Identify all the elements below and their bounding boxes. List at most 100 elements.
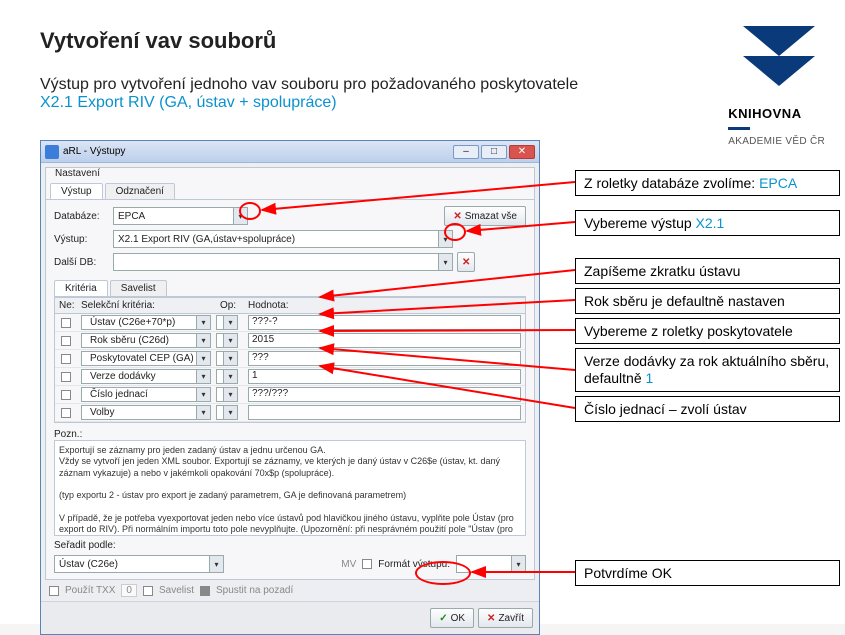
checkbox-txx[interactable] bbox=[49, 586, 59, 596]
callout-verze: Verze dodávky za rok aktuálního sběru, d… bbox=[575, 348, 840, 392]
value-input[interactable]: 1 bbox=[248, 369, 521, 384]
checkbox-ne[interactable] bbox=[61, 372, 71, 382]
select-criteria[interactable]: Rok sběru (C26d) bbox=[81, 333, 211, 348]
select-databaze[interactable]: EPCA bbox=[113, 207, 248, 225]
pozn-text: Exportují se záznamy pro jeden zadaný ús… bbox=[54, 440, 526, 536]
pozn-label: Pozn.: bbox=[54, 429, 526, 440]
x-icon: ✕ bbox=[453, 211, 461, 222]
select-vystup[interactable]: X2.1 Export RIV (GA,ústav+spolupráce) bbox=[113, 230, 453, 248]
subtitle-line1: Výstup pro vytvoření jednoho vav souboru… bbox=[40, 76, 578, 93]
select-op[interactable]: = bbox=[216, 369, 238, 384]
ok-label: OK bbox=[451, 613, 465, 624]
select-criteria[interactable]: Číslo jednací bbox=[81, 387, 211, 402]
label-dalsidb: Další DB: bbox=[54, 257, 109, 268]
checkbox-bg[interactable] bbox=[200, 586, 210, 596]
ok-button[interactable]: ✓ OK bbox=[430, 608, 474, 628]
select-criteria[interactable]: Ústav (C26e+70*p) bbox=[81, 315, 211, 330]
select-op[interactable]: = bbox=[216, 315, 238, 330]
select-criteria[interactable]: Volby bbox=[81, 405, 211, 420]
select-seradit-value: Ústav (C26e) bbox=[55, 559, 122, 570]
value-input[interactable]: ???/??? bbox=[248, 387, 521, 402]
app-window: aRL - Výstupy – □ ✕ Nastavení Výstup Odz… bbox=[40, 140, 540, 635]
logo-subtitle: AKADEMIE VĚD ČR bbox=[728, 136, 825, 147]
tab-savelist[interactable]: Savelist bbox=[110, 280, 167, 296]
label-databaze: Databáze: bbox=[54, 211, 109, 222]
tab-odznaceni[interactable]: Odznačení bbox=[105, 183, 175, 199]
page-title: Vytvoření vav souborů bbox=[40, 28, 276, 54]
chevron-down-icon bbox=[223, 334, 237, 347]
select-op[interactable]: = bbox=[216, 405, 238, 420]
titlebar: aRL - Výstupy – □ ✕ bbox=[41, 141, 539, 163]
smazat-vse-button[interactable]: ✕ Smazat vše bbox=[444, 206, 526, 226]
chevron-down-icon bbox=[196, 388, 210, 401]
callout-ok: Potvrdíme OK bbox=[575, 560, 840, 586]
value-input[interactable]: ???-? bbox=[248, 315, 521, 330]
zavrit-label: Zavřít bbox=[498, 613, 524, 624]
select-criteria[interactable]: Poskytovatel CEP (GA) bbox=[81, 351, 211, 366]
chevron-down-icon bbox=[196, 352, 210, 365]
select-format[interactable] bbox=[456, 555, 526, 573]
grid-header-ne: Ne: bbox=[55, 298, 77, 313]
window-title: aRL - Výstupy bbox=[63, 146, 453, 157]
value-input[interactable]: 2015 bbox=[248, 333, 521, 348]
grid-header-op: Op: bbox=[212, 298, 244, 313]
select-criteria[interactable]: Verze dodávky bbox=[81, 369, 211, 384]
checkbox-ne[interactable] bbox=[61, 390, 71, 400]
checkbox-ne[interactable] bbox=[61, 318, 71, 328]
table-row: Verze dodávky = 1 bbox=[55, 368, 525, 386]
txx-count: 0 bbox=[121, 584, 137, 597]
chevron-down-icon bbox=[223, 388, 237, 401]
dalsidb-remove-button[interactable]: ✕ bbox=[457, 252, 475, 272]
checkbox-savelist[interactable] bbox=[143, 586, 153, 596]
maximize-button[interactable]: □ bbox=[481, 145, 507, 159]
chevron-down-icon bbox=[223, 406, 237, 419]
chevron-down-icon bbox=[196, 316, 210, 329]
label-seradit: Seřadit podle: bbox=[54, 540, 116, 551]
select-vystup-value: X2.1 Export RIV (GA,ústav+spolupráce) bbox=[114, 234, 299, 245]
chevron-down-icon bbox=[196, 370, 210, 383]
chevron-down-icon bbox=[223, 316, 237, 329]
smazat-vse-label: Smazat vše bbox=[465, 211, 517, 222]
table-row: Číslo jednací = ???/??? bbox=[55, 386, 525, 404]
subtitle-line2: X2.1 Export RIV (GA, ústav + spolupráce) bbox=[40, 94, 337, 111]
callout-databaze: Z roletky databáze zvolíme: EPCA bbox=[575, 170, 840, 196]
logo-title: KNIHOVNA bbox=[728, 106, 825, 121]
checkbox-ne[interactable] bbox=[61, 336, 71, 346]
x-icon: ✕ bbox=[487, 613, 495, 624]
chevron-down-icon bbox=[223, 370, 237, 383]
table-row: Poskytovatel CEP (GA) =??? bbox=[55, 350, 525, 368]
minimize-button[interactable]: – bbox=[453, 145, 479, 159]
zavrit-button[interactable]: ✕ Zavřít bbox=[478, 608, 533, 628]
label-vystup: Výstup: bbox=[54, 234, 109, 245]
value-input[interactable]: ??? bbox=[248, 351, 521, 366]
grid-header-val: Hodnota: bbox=[244, 298, 525, 313]
select-op[interactable]: = bbox=[216, 333, 238, 348]
chevron-down-icon bbox=[438, 231, 452, 247]
check-icon: ✓ bbox=[439, 613, 447, 624]
groupbox-legend: Nastavení bbox=[52, 168, 103, 179]
label-format: Formát výstupu: bbox=[378, 559, 450, 570]
callout-rok: Rok sběru je defaultně nastaven bbox=[575, 288, 840, 314]
select-dalsidb[interactable] bbox=[113, 253, 453, 271]
checkbox-ne[interactable] bbox=[61, 354, 71, 364]
checkbox-mv[interactable] bbox=[362, 559, 372, 569]
chevron-down-icon bbox=[511, 556, 525, 572]
callout-vystup: Vybereme výstup X2.1 bbox=[575, 210, 840, 236]
label-mv: MV bbox=[341, 559, 356, 570]
page-subtitle: Výstup pro vytvoření jednoho vav souboru… bbox=[40, 76, 740, 112]
table-row: Rok sběru (C26d) = 2015 bbox=[55, 332, 525, 350]
value-input[interactable] bbox=[248, 405, 521, 420]
label-txx: Použít TXX bbox=[65, 585, 115, 596]
tab-vystup[interactable]: Výstup bbox=[50, 183, 103, 199]
tab-kriteria[interactable]: Kritéria bbox=[54, 280, 108, 296]
select-op[interactable]: = bbox=[216, 387, 238, 402]
criteria-grid: Ne: Selekční kritéria: Op: Hodnota: Ústa… bbox=[54, 297, 526, 423]
select-op[interactable]: = bbox=[216, 351, 238, 366]
close-button[interactable]: ✕ bbox=[509, 145, 535, 159]
select-seradit[interactable]: Ústav (C26e) bbox=[54, 555, 224, 573]
label-bg: Spustit na pozadí bbox=[216, 585, 293, 596]
callout-poskytovatel: Vybereme z roletky poskytovatele bbox=[575, 318, 840, 344]
chevron-down-icon bbox=[196, 334, 210, 347]
checkbox-ne[interactable] bbox=[61, 408, 71, 418]
logo-mark bbox=[743, 26, 815, 86]
